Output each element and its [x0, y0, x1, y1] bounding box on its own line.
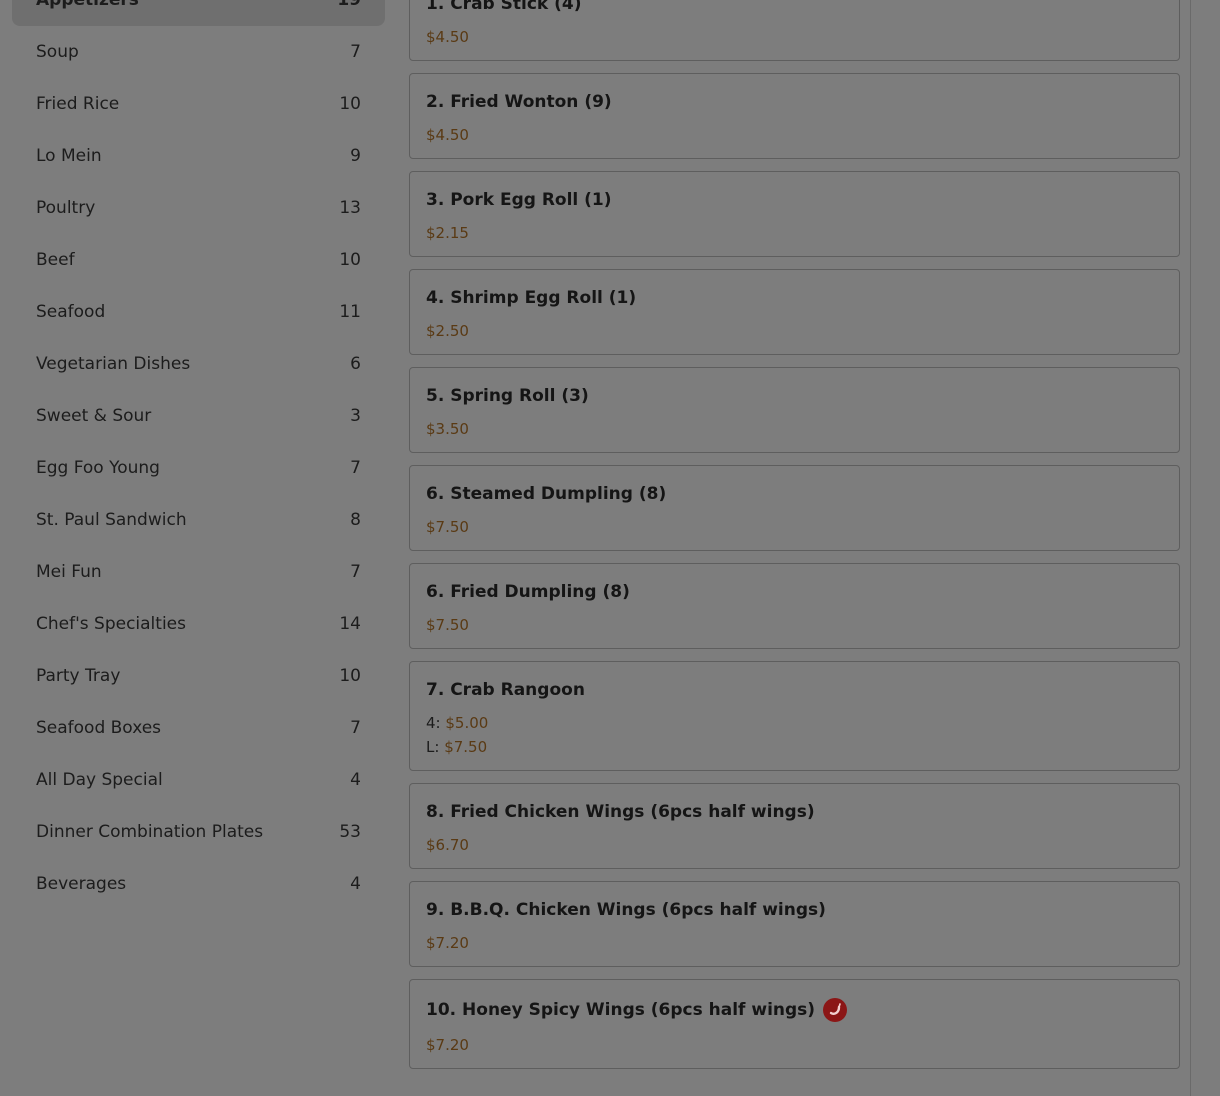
- item-price: $7.20: [426, 934, 469, 952]
- item-title: 9. B.B.Q. Chicken Wings (6pcs half wings…: [426, 900, 826, 920]
- item-price: $7.50: [426, 616, 469, 634]
- item-title-row: 10. Honey Spicy Wings (6pcs half wings): [426, 998, 1163, 1022]
- category-label: Egg Foo Young: [36, 458, 160, 478]
- category-item-dinner-combination-plates[interactable]: Dinner Combination Plates 53: [12, 806, 385, 858]
- category-label: All Day Special: [36, 770, 163, 790]
- item-title: 8. Fried Chicken Wings (6pcs half wings): [426, 802, 815, 822]
- category-item-chefs-specialties[interactable]: Chef's Specialties 14: [12, 598, 385, 650]
- category-count: 14: [339, 614, 361, 634]
- menu-item-card[interactable]: 3. Pork Egg Roll (1) $2.15: [409, 171, 1180, 257]
- category-count: 6: [350, 354, 361, 374]
- category-count: 13: [339, 198, 361, 218]
- category-label: Appetizers: [36, 0, 139, 10]
- menu-item-card[interactable]: 4. Shrimp Egg Roll (1) $2.50: [409, 269, 1180, 355]
- category-label: Lo Mein: [36, 146, 102, 166]
- item-price: $2.50: [426, 322, 469, 340]
- category-label: Soup: [36, 42, 79, 62]
- item-price: $7.20: [426, 1036, 469, 1054]
- category-item-st-paul-sandwich[interactable]: St. Paul Sandwich 8: [12, 494, 385, 546]
- category-item-beverages[interactable]: Beverages 4: [12, 858, 385, 910]
- size-label: L:: [426, 738, 440, 756]
- category-item-beef[interactable]: Beef 10: [12, 234, 385, 286]
- item-title: 3. Pork Egg Roll (1): [426, 190, 612, 210]
- item-title: 6. Fried Dumpling (8): [426, 582, 630, 602]
- menu-item-card[interactable]: 6. Fried Dumpling (8) $7.50: [409, 563, 1180, 649]
- category-count: 3: [350, 406, 361, 426]
- category-label: Fried Rice: [36, 94, 120, 114]
- category-item-lo-mein[interactable]: Lo Mein 9: [12, 130, 385, 182]
- category-item-vegetarian-dishes[interactable]: Vegetarian Dishes 6: [12, 338, 385, 390]
- category-label: St. Paul Sandwich: [36, 510, 187, 530]
- category-count: 10: [339, 666, 361, 686]
- category-label: Mei Fun: [36, 562, 102, 582]
- category-count: 7: [350, 718, 361, 738]
- menu-item-card[interactable]: 7. Crab Rangoon 4: $5.00 L: $7.50: [409, 661, 1180, 771]
- category-item-all-day-special[interactable]: All Day Special 4: [12, 754, 385, 806]
- category-count: 4: [350, 770, 361, 790]
- category-item-seafood[interactable]: Seafood 11: [12, 286, 385, 338]
- category-count: 53: [339, 822, 361, 842]
- menu-item-card[interactable]: 2. Fried Wonton (9) $4.50: [409, 73, 1180, 159]
- category-item-appetizers[interactable]: Appetizers 19: [12, 0, 385, 26]
- category-count: 7: [350, 42, 361, 62]
- category-count: 9: [350, 146, 361, 166]
- menu-item-card[interactable]: 5. Spring Roll (3) $3.50: [409, 367, 1180, 453]
- item-price: $5.00: [445, 714, 489, 732]
- category-label: Seafood Boxes: [36, 718, 162, 738]
- item-title: 10. Honey Spicy Wings (6pcs half wings): [426, 1000, 816, 1020]
- category-label: Vegetarian Dishes: [36, 354, 191, 374]
- category-count: 8: [350, 510, 361, 530]
- category-count: 19: [337, 0, 361, 10]
- item-price: $2.15: [426, 224, 469, 242]
- category-item-fried-rice[interactable]: Fried Rice 10: [12, 78, 385, 130]
- item-price: $6.70: [426, 836, 469, 854]
- category-item-poultry[interactable]: Poultry 13: [12, 182, 385, 234]
- category-item-mei-fun[interactable]: Mei Fun 7: [12, 546, 385, 598]
- menu-item-list: 1. Crab Stick (4) $4.50 2. Fried Wonton …: [409, 0, 1180, 1081]
- category-count: 7: [350, 562, 361, 582]
- item-title: 4. Shrimp Egg Roll (1): [426, 288, 637, 308]
- item-title: 7. Crab Rangoon: [426, 680, 585, 700]
- category-item-sweet-sour[interactable]: Sweet & Sour 3: [12, 390, 385, 442]
- category-label: Dinner Combination Plates: [36, 822, 264, 842]
- category-label: Sweet & Sour: [36, 406, 152, 426]
- category-label: Poultry: [36, 198, 96, 218]
- item-price: $4.50: [426, 126, 469, 144]
- scrollbar-divider: [1190, 0, 1191, 1096]
- item-title: 5. Spring Roll (3): [426, 386, 589, 406]
- category-label: Seafood: [36, 302, 106, 322]
- category-label: Party Tray: [36, 666, 121, 686]
- category-item-egg-foo-young[interactable]: Egg Foo Young 7: [12, 442, 385, 494]
- menu-item-card[interactable]: 1. Crab Stick (4) $4.50: [409, 0, 1180, 61]
- item-price: $7.50: [444, 738, 488, 756]
- category-item-soup[interactable]: Soup 7: [12, 26, 385, 78]
- category-label: Beverages: [36, 874, 127, 894]
- chili-pepper-icon: [823, 998, 848, 1022]
- category-label: Chef's Specialties: [36, 614, 186, 634]
- category-sidebar: Appetizers 19 Soup 7 Fried Rice 10 Lo Me…: [12, 0, 385, 910]
- size-label: 4:: [426, 714, 441, 732]
- category-count: 4: [350, 874, 361, 894]
- item-title: 1. Crab Stick (4): [426, 0, 582, 14]
- category-label: Beef: [36, 250, 75, 270]
- category-item-seafood-boxes[interactable]: Seafood Boxes 7: [12, 702, 385, 754]
- category-count: 10: [339, 94, 361, 114]
- item-price: $4.50: [426, 28, 469, 46]
- item-title: 6. Steamed Dumpling (8): [426, 484, 667, 504]
- category-item-party-tray[interactable]: Party Tray 10: [12, 650, 385, 702]
- category-count: 7: [350, 458, 361, 478]
- category-count: 10: [339, 250, 361, 270]
- menu-item-card[interactable]: 6. Steamed Dumpling (8) $7.50: [409, 465, 1180, 551]
- category-count: 11: [339, 302, 361, 322]
- item-title: 2. Fried Wonton (9): [426, 92, 612, 112]
- item-price: $3.50: [426, 420, 469, 438]
- menu-item-card[interactable]: 9. B.B.Q. Chicken Wings (6pcs half wings…: [409, 881, 1180, 967]
- menu-item-card[interactable]: 8. Fried Chicken Wings (6pcs half wings)…: [409, 783, 1180, 869]
- menu-item-card[interactable]: 10. Honey Spicy Wings (6pcs half wings) …: [409, 979, 1180, 1069]
- item-price: $7.50: [426, 518, 469, 536]
